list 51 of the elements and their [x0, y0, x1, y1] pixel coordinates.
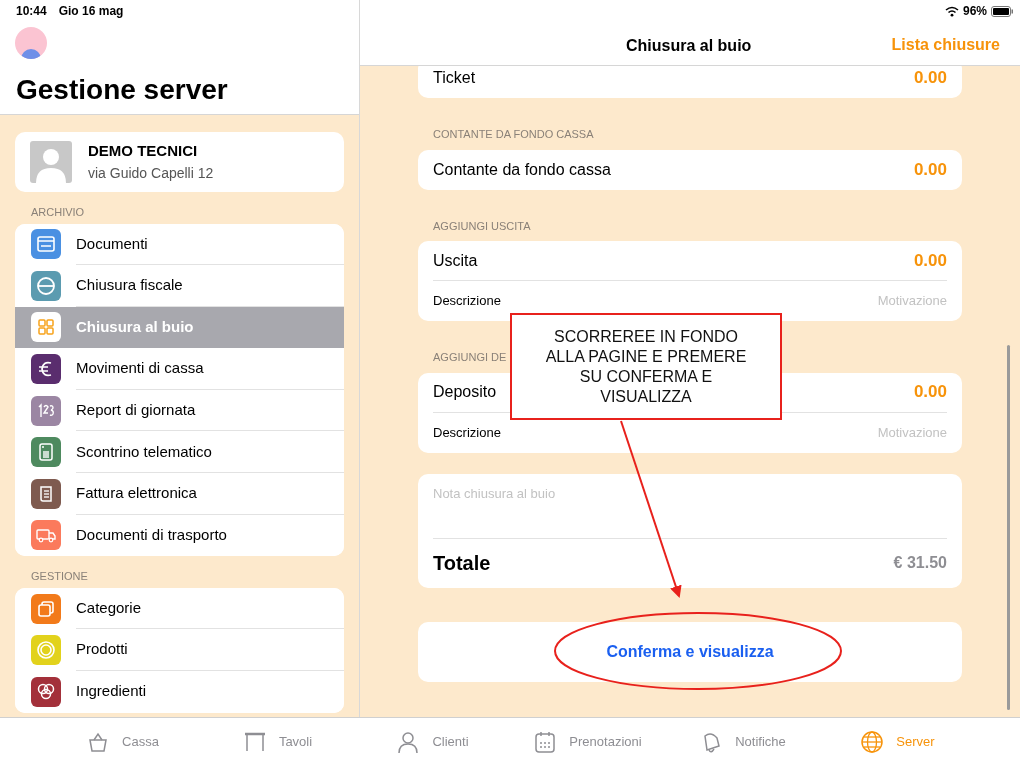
sidebar-item-label: Movimenti di cassa	[76, 358, 204, 379]
field-label: Deposito	[433, 382, 497, 402]
description-field[interactable]: Motivazione	[837, 291, 947, 311]
calendar-icon	[533, 729, 558, 754]
total-value: € 31.50	[893, 553, 947, 573]
sidebar-item-label: Documenti	[76, 233, 148, 254]
sidebar-item-label: Ingredienti	[76, 681, 147, 702]
user-placeholder-icon	[30, 141, 72, 183]
tab-item[interactable]: Cassa	[86, 729, 159, 754]
annotation-callout: SCORREREE IN FONDO ALLA PAGINE E PREMERE SU CONFERMA E VISUALIZZA	[510, 313, 782, 420]
section-header: AGGIUNGI DE	[432, 350, 507, 365]
tab-item[interactable]: Clienti	[396, 729, 469, 754]
field-label: Contante da fondo cassa	[433, 159, 611, 180]
profile-address: via Guido Capelli 12	[88, 163, 214, 183]
sidebar-item[interactable]: Categorie	[15, 587, 344, 630]
description-field[interactable]: Motivazione	[837, 422, 947, 443]
profile-card[interactable]: DEMO TECNICI via Guido Capelli 12	[15, 132, 344, 192]
field-label: Descrizione	[433, 423, 501, 442]
sidebar-item[interactable]: Documenti	[15, 223, 344, 266]
globe-icon	[860, 729, 885, 754]
battery-icon	[991, 5, 1013, 17]
sidebar-item-label: Categorie	[76, 597, 142, 618]
section-header: ARCHIVIO	[30, 205, 85, 220]
person-icon	[396, 729, 421, 754]
section-header: CONTANTE DA FONDO CASSA	[432, 127, 594, 142]
section-header: GESTIONE	[30, 569, 88, 585]
nav-title: Chiusura al buio	[626, 36, 752, 56]
tab-item[interactable]: Prenotazioni	[533, 729, 642, 754]
sidebar-title: Gestione server	[16, 73, 228, 107]
avatar-icon[interactable]	[15, 27, 47, 59]
status-time: 10:44	[16, 3, 47, 20]
tab-item[interactable]: Notifiche	[699, 729, 786, 754]
battery-percent: 96%	[962, 3, 987, 20]
sidebar-item-label: Documenti di trasporto	[76, 525, 227, 546]
sidebar-item-label: Scontrino telematico	[76, 441, 212, 462]
tab-item[interactable]: Tavoli	[242, 729, 313, 754]
field-label: Ticket	[433, 68, 476, 88]
confirm-button[interactable]: Conferma e visualizza	[418, 621, 962, 682]
total-label: Totale	[433, 551, 491, 576]
wifi-icon	[944, 5, 959, 17]
sidebar-item-label: Chiusura al buio	[76, 317, 194, 338]
sidebar-item-label: Chiusura fiscale	[76, 275, 183, 296]
sidebar-item-label: Fattura elettronica	[76, 483, 197, 504]
note-field[interactable]: Nota chiusura al buio	[418, 473, 962, 538]
field-label: Uscita	[433, 250, 478, 271]
sidebar-item-label: Report di giornata	[76, 399, 196, 420]
profile-name: DEMO TECNICI	[88, 141, 199, 162]
sidebar-item-label: Prodotti	[76, 639, 128, 660]
section-header: AGGIUNGI USCITA	[432, 218, 531, 234]
status-date: Gio 16 mag	[58, 3, 124, 20]
field-label: Descrizione	[433, 292, 501, 311]
